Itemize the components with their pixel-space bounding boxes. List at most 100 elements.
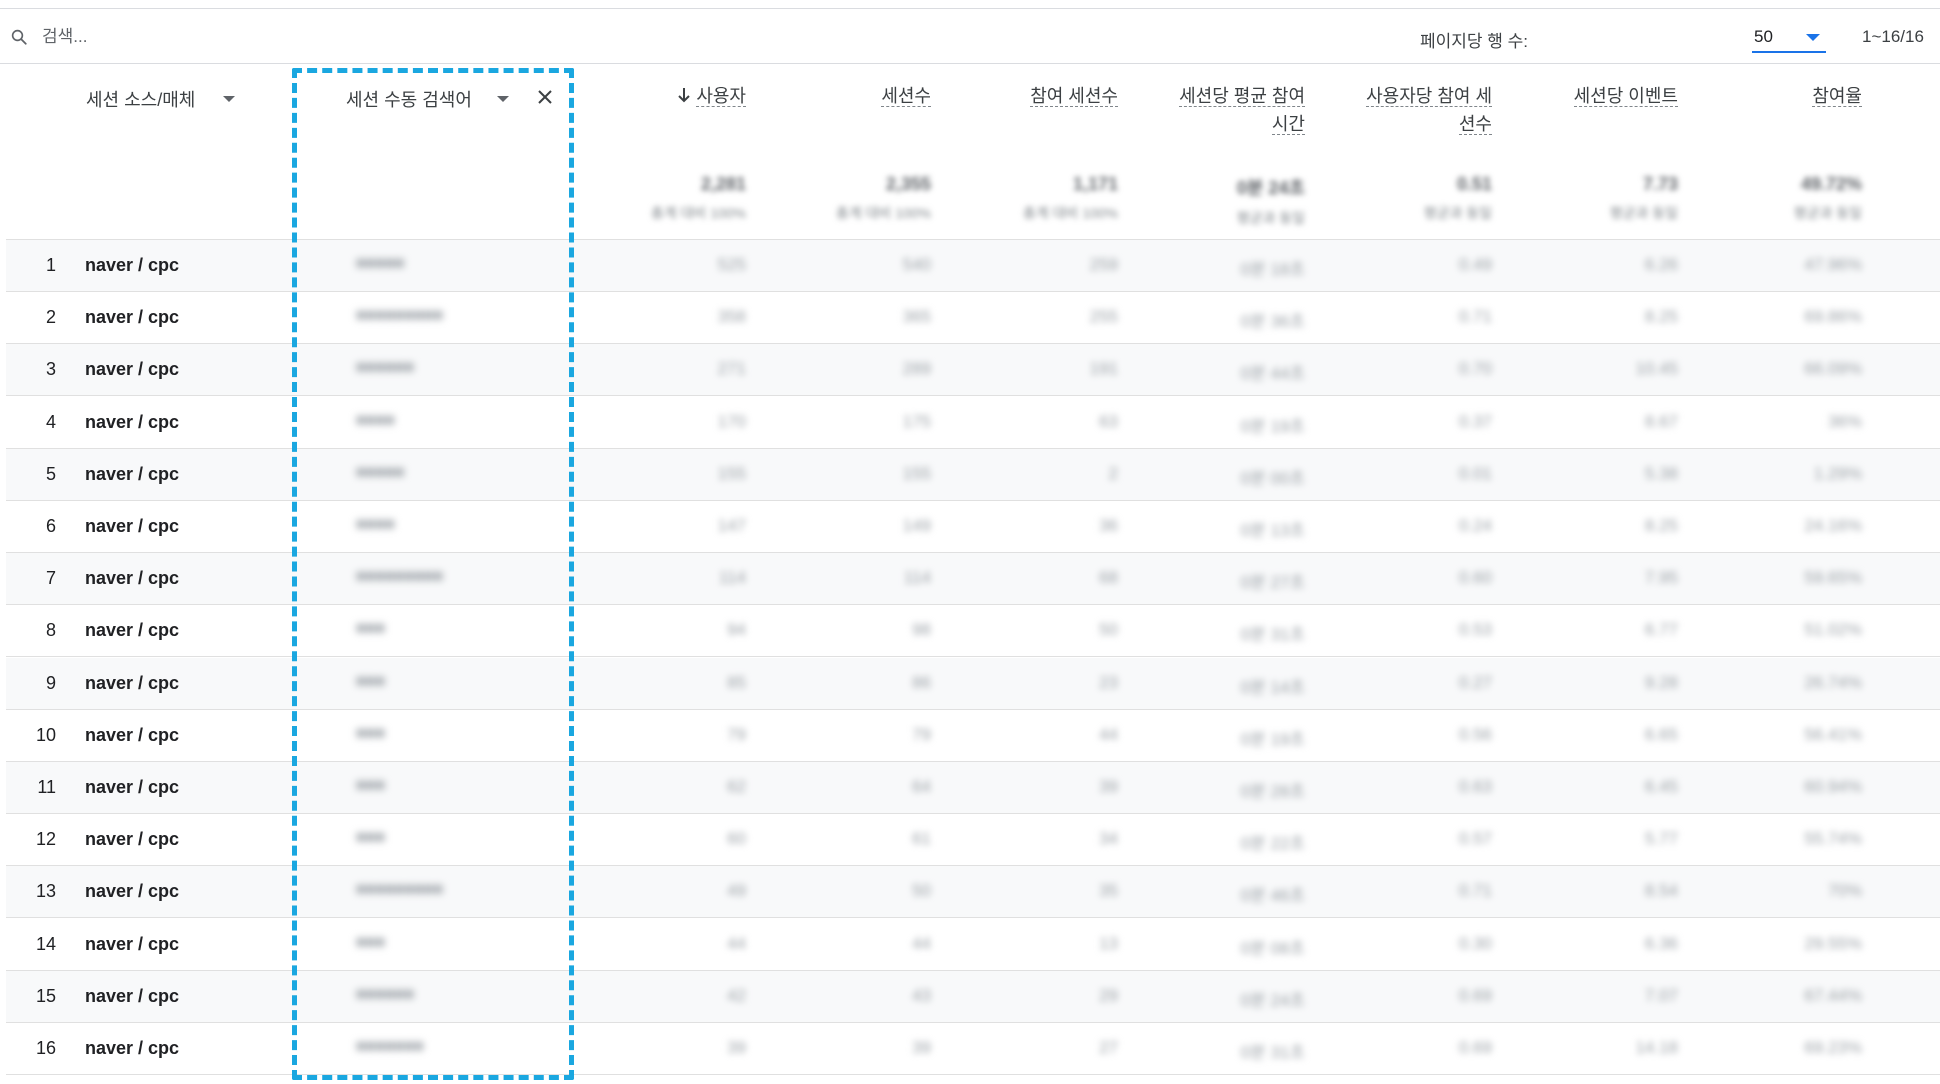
table-row[interactable]: 13 naver / cpc ■■■■■■■■■ 49 50 35 0분 46초 0.71 8.… (6, 866, 1940, 919)
row-events-per-session: 5.77 (1644, 829, 1678, 849)
row-avg-engagement-time: 0분 28초 (1240, 782, 1305, 801)
row-number: 14 (35, 933, 56, 954)
row-avg-engagement-time: 0분 31초 (1240, 625, 1305, 645)
total-value: 2,281 (700, 174, 746, 194)
row-source-medium: naver / cpc (85, 307, 180, 328)
table-row[interactable]: 6 naver / cpc ■■■■ 147 149 36 0분 13초 0.24 8.25 24… (6, 501, 1940, 553)
header-source-medium[interactable]: 세션 소스/매체 (6, 64, 296, 240)
table-row[interactable]: 15 naver / cpc ■■■■■■ 42 43 29 0분 24초 0.69 7.07 6… (6, 970, 1940, 1023)
row-engaged-sessions-per-user: 0.71 (1458, 307, 1492, 327)
row-source-medium: naver / cpc (85, 359, 180, 380)
row-number: 8 (45, 620, 56, 641)
row-events-per-session: 9.28 (1644, 672, 1678, 692)
row-events-per-session: 5.38 (1644, 463, 1678, 483)
header-source-medium-label: 세션 소스/매체 (86, 90, 196, 110)
table-row[interactable]: 3 naver / cpc ■■■■■■ 271 289 191 0분 44초 0.70 10.… (6, 344, 1940, 397)
row-engagement-rate: 56.41% (1804, 724, 1862, 744)
total-subtext: 총계 대비 100% (1022, 205, 1118, 221)
close-icon[interactable] (533, 85, 557, 109)
row-engaged-sessions: 27 (1099, 1038, 1118, 1057)
row-engaged-sessions: 23 (1099, 672, 1118, 692)
row-events-per-session: 10.45 (1635, 359, 1678, 379)
row-keyword: ■■■ (356, 777, 385, 794)
row-engaged-sessions-per-user: 0.27 (1458, 672, 1492, 692)
table-row[interactable]: 11 naver / cpc ■■■ 62 64 39 0분 28초 0.63 6.45 60.9… (6, 762, 1940, 814)
row-users: 85 (727, 672, 746, 692)
row-engaged-sessions-per-user: 0.69 (1458, 985, 1492, 1005)
table-row[interactable]: 8 naver / cpc ■■■ 94 98 50 0분 31초 0.53 6.77 51.02… (6, 605, 1940, 658)
table-row[interactable]: 2 naver / cpc ■■■■■■■■■ 358 365 255 0분 36초 0.71… (6, 292, 1940, 345)
row-engagement-rate: 29.55% (1804, 933, 1862, 953)
row-engaged-sessions-per-user: 0.57 (1458, 829, 1492, 849)
row-keyword: ■■■ (356, 829, 385, 847)
row-engagement-rate: 1.29% (1813, 463, 1862, 483)
row-keyword: ■■■ (356, 724, 385, 742)
header-engaged-sessions-label: 참여 세션수 (1030, 86, 1118, 107)
row-sessions: 39 (912, 1038, 931, 1057)
row-users: 44 (727, 933, 746, 953)
row-users: 94 (727, 620, 746, 640)
header-users-label: 사용자 (696, 86, 746, 107)
table-row[interactable]: 5 naver / cpc ■■■■■ 155 155 2 0분 00초 0.01 5.38 1.… (6, 448, 1940, 501)
row-engaged-sessions-per-user: 0.24 (1458, 516, 1492, 535)
row-events-per-session: 7.07 (1644, 985, 1678, 1005)
row-engaged-sessions: 63 (1099, 411, 1118, 431)
table-row[interactable]: 7 naver / cpc ■■■■■■■■■ 114 114 68 0분 27초 0.60 7… (6, 553, 1940, 606)
header-keyword[interactable]: 세션 수동 검색어 (296, 64, 586, 240)
row-avg-engagement-time: 0분 08초 (1240, 938, 1305, 958)
row-keyword: ■■■■■■■■■ (356, 307, 443, 325)
row-engaged-sessions: 50 (1099, 620, 1118, 640)
row-engagement-rate: 24.16% (1804, 516, 1862, 535)
row-users: 170 (717, 411, 746, 431)
row-avg-engagement-time: 0분 36초 (1240, 312, 1305, 332)
row-keyword: ■■■■■ (356, 255, 405, 272)
row-keyword: ■■■■■■■■■ (356, 881, 443, 899)
row-source-medium: naver / cpc (85, 829, 180, 850)
row-sessions: 155 (902, 463, 931, 483)
dimension-dropdown-icon[interactable] (223, 96, 235, 102)
table-row[interactable]: 9 naver / cpc ■■■ 85 86 23 0분 14초 0.27 9.28 26.74… (6, 657, 1940, 710)
search-icon[interactable] (10, 28, 28, 46)
rows-per-page-select[interactable]: 50 (1752, 21, 1826, 53)
table-row[interactable]: 1 naver / cpc ■■■■■ 525 540 259 0분 18초 0.49 6.26… (6, 240, 1940, 292)
row-events-per-session: 6.45 (1644, 777, 1678, 796)
total-subtext: 총계 대비 100% (650, 205, 746, 221)
rows-per-page-label: 페이지당 행 수: (1419, 32, 1528, 51)
row-keyword: ■■■ (356, 672, 385, 690)
row-engaged-sessions: 39 (1099, 777, 1118, 796)
row-avg-engagement-time: 0분 22초 (1240, 834, 1305, 854)
report-table: 세션 소스/매체 세션 수동 검색어 사용자 세션수 참여 세션수 세션당 평균 참여… (6, 64, 1940, 1084)
table-row[interactable]: 4 naver / cpc ■■■■ 170 175 63 0분 19초 0.37 8.67 36… (6, 397, 1940, 449)
row-sessions: 86 (912, 672, 931, 692)
row-users: 271 (717, 359, 746, 379)
row-sessions: 365 (902, 307, 931, 327)
row-source-medium: naver / cpc (85, 516, 180, 536)
row-source-medium: naver / cpc (85, 463, 180, 484)
row-engaged-sessions-per-user: 0.63 (1458, 777, 1492, 796)
total-subtext: 평균과 동일 (1236, 210, 1305, 226)
search-input[interactable] (42, 23, 442, 51)
row-events-per-session: 6.65 (1644, 724, 1678, 744)
row-engaged-sessions: 2 (1108, 463, 1118, 483)
row-users: 49 (727, 881, 746, 901)
row-engagement-rate: 55.74% (1804, 829, 1862, 849)
table-row[interactable]: 12 naver / cpc ■■■ 60 61 34 0분 22초 0.57 5.77 55.7… (6, 814, 1940, 867)
row-engagement-rate: 59.65% (1804, 568, 1862, 588)
table-row[interactable]: 16 naver / cpc ■■■■■■■ 39 39 27 0분 31초 0.69 14.1… (6, 1023, 1940, 1075)
total-value: 0분 24초 (1236, 178, 1305, 198)
table-row[interactable]: 14 naver / cpc ■■■ 44 44 13 0분 08초 0.30 6.36 29.5… (6, 919, 1940, 971)
header-avg-engagement-time-label: 세션당 평균 참여 시간 (1179, 86, 1305, 135)
row-source-medium: naver / cpc (85, 1038, 180, 1058)
row-engaged-sessions: 13 (1099, 933, 1118, 953)
row-users: 60 (727, 829, 746, 849)
row-engaged-sessions-per-user: 0.37 (1458, 411, 1492, 431)
table-row[interactable]: 10 naver / cpc ■■■ 79 79 44 0분 19초 0.56 6.65 56.4… (6, 710, 1940, 762)
row-avg-engagement-time: 0분 14초 (1240, 677, 1305, 697)
row-engagement-rate: 67.44% (1804, 985, 1862, 1005)
row-engagement-rate: 51.02% (1804, 620, 1862, 640)
row-avg-engagement-time: 0분 18초 (1240, 260, 1305, 279)
row-users: 525 (717, 255, 746, 274)
secondary-dimension-dropdown-icon[interactable] (497, 96, 509, 102)
row-sessions: 79 (912, 724, 931, 744)
row-engaged-sessions-per-user: 0.30 (1458, 933, 1492, 953)
